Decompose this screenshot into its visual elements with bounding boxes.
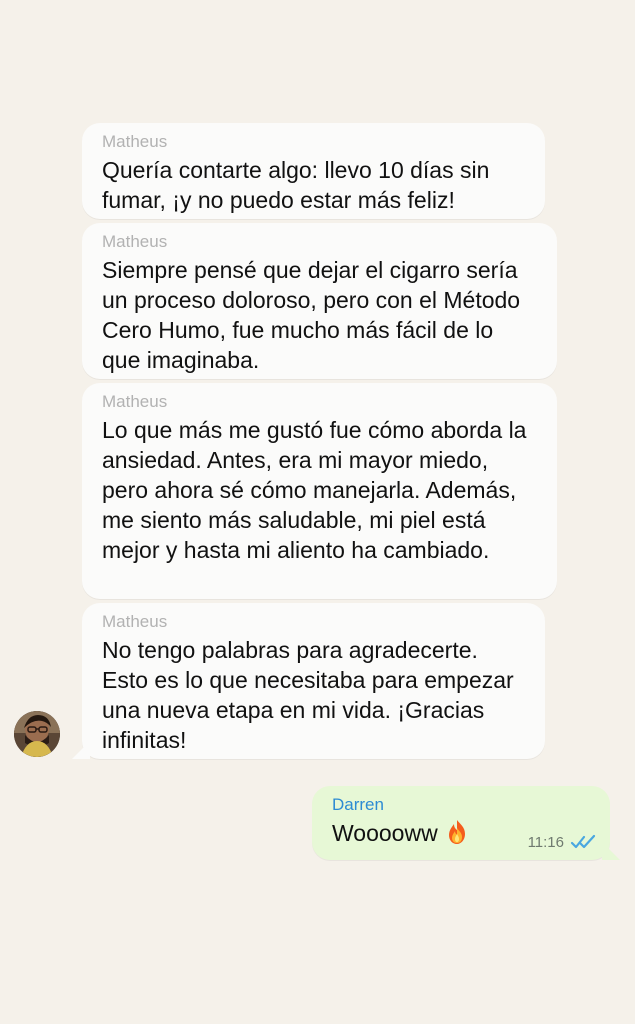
message-sender: Darren bbox=[332, 795, 384, 814]
avatar-icon[interactable] bbox=[14, 711, 60, 757]
message-bubble[interactable]: Matheus No tengo palabras para agradecer… bbox=[72, 603, 545, 759]
message-sender: Matheus bbox=[102, 232, 168, 251]
bubble-tail bbox=[602, 842, 620, 860]
message-text: Quería contarte algo: llevo 10 días sin … bbox=[102, 157, 490, 213]
message-text: No tengo palabras para agradecerte. Esto… bbox=[102, 637, 514, 753]
message-bubble[interactable]: Matheus Lo que más me gustó fue cómo abo… bbox=[82, 383, 557, 599]
double-check-icon bbox=[570, 834, 596, 850]
message-meta: 11:16 bbox=[528, 834, 596, 850]
message-bubble[interactable]: Matheus Quería contarte algo: llevo 10 d… bbox=[82, 123, 545, 219]
message-bubble[interactable]: Darren Wooooww 11:16 bbox=[312, 786, 620, 860]
message-bubble[interactable]: Matheus Siempre pensé que dejar el cigar… bbox=[82, 223, 557, 379]
chat-screen: Matheus Quería contarte algo: llevo 10 d… bbox=[0, 0, 635, 1024]
message-text: Siempre pensé que dejar el cigarro sería… bbox=[102, 257, 521, 373]
message-time: 11:16 bbox=[527, 833, 564, 851]
bubble-tail bbox=[72, 741, 90, 759]
message-sender: Matheus bbox=[102, 392, 168, 411]
message-text: Wooooww bbox=[332, 820, 438, 846]
fire-icon bbox=[445, 819, 469, 845]
message-sender: Matheus bbox=[102, 612, 168, 631]
message-text: Lo que más me gustó fue cómo aborda la a… bbox=[102, 417, 527, 563]
message-sender: Matheus bbox=[102, 132, 168, 151]
